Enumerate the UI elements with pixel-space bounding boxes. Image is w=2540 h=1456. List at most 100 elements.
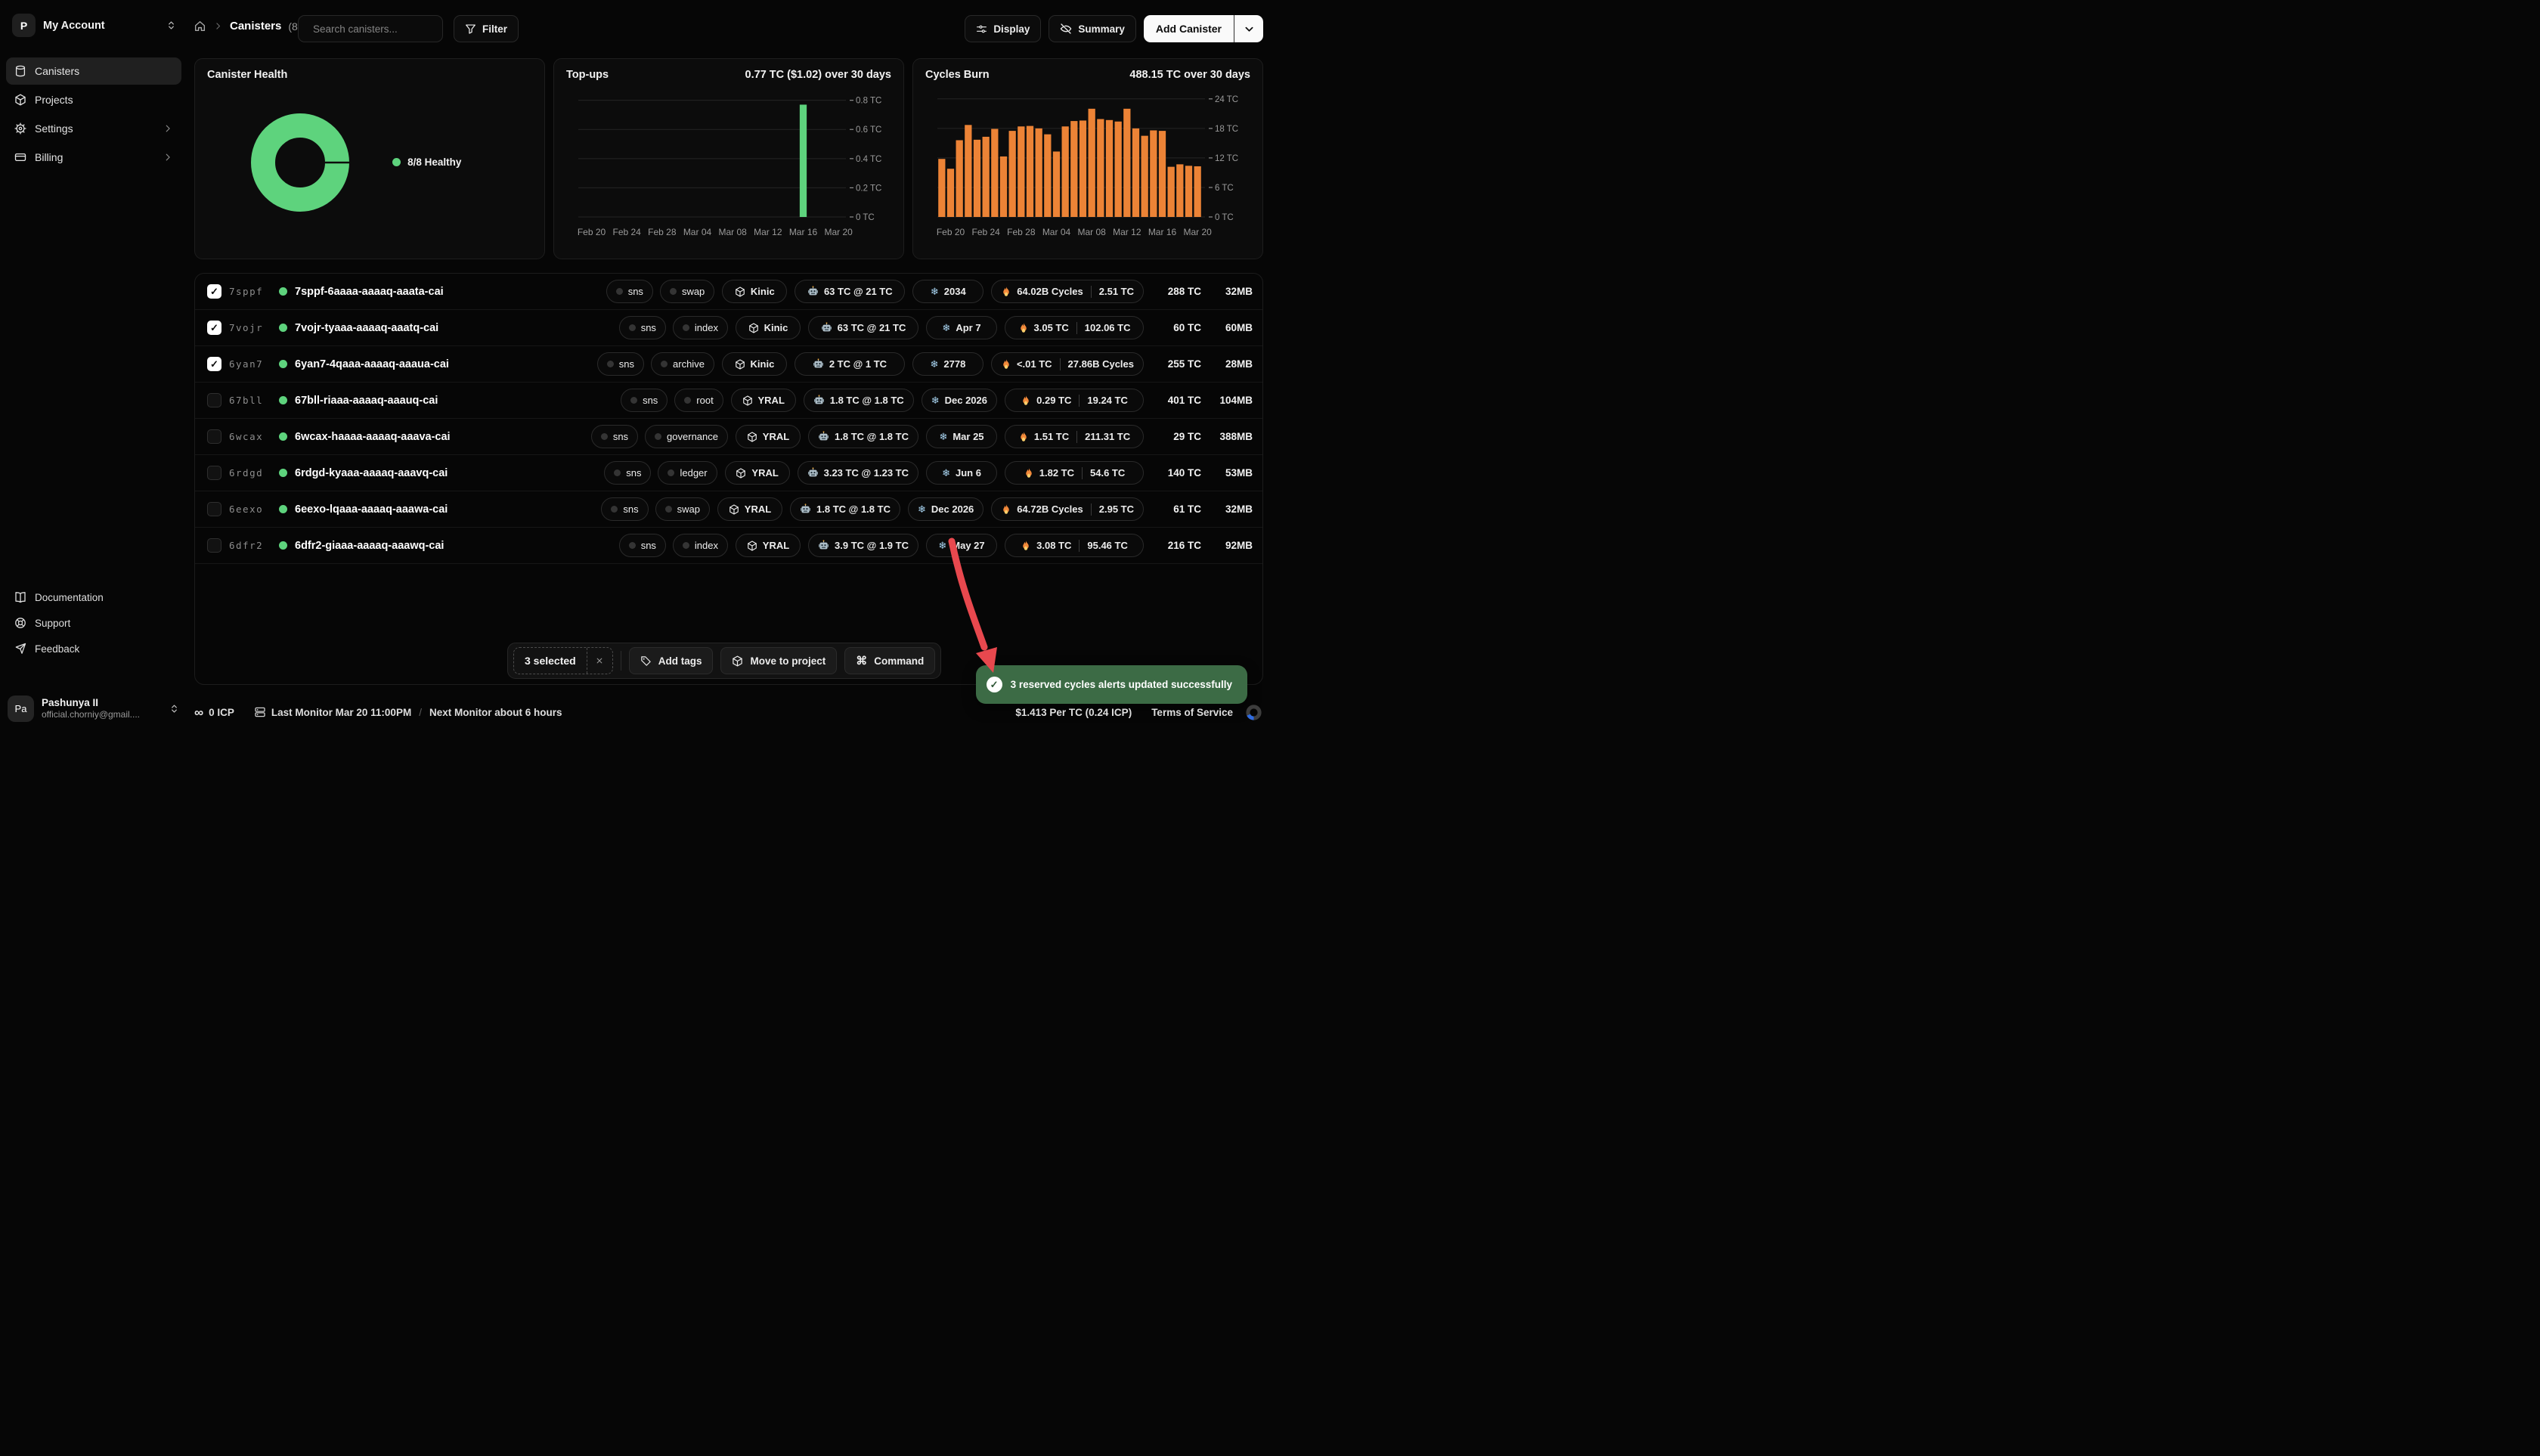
cycles-burn-pill[interactable]: 64.72B Cycles 2.95 TC (991, 497, 1144, 521)
tag-pill[interactable]: ledger (658, 461, 717, 485)
canister-id[interactable]: 7sppf-6aaaa-aaaaq-aaata-cai (295, 286, 444, 298)
tag-pill[interactable]: sns (621, 389, 668, 412)
canister-id[interactable]: 6rdgd-kyaaa-aaaaq-aaavq-cai (295, 467, 448, 479)
svg-text:12 TC: 12 TC (1215, 154, 1238, 163)
search-input[interactable] (313, 23, 447, 35)
row-checkbox[interactable]: ✓ (207, 538, 221, 553)
cycles-balance: 288 TC (1151, 286, 1201, 297)
freezing-threshold-pill[interactable]: ❄ 2034 (912, 280, 983, 303)
row-checkbox[interactable]: ✓ (207, 321, 221, 335)
tag-pill[interactable]: swap (660, 280, 714, 303)
tag-pill[interactable]: sns (619, 316, 666, 339)
account-switcher[interactable]: P My Account (12, 14, 177, 37)
pill-divider (1076, 431, 1077, 443)
sidebar-link-documentation[interactable]: Documentation (6, 586, 181, 609)
row-checkbox[interactable]: ✓ (207, 502, 221, 516)
snowflake-icon: ❄ (931, 395, 940, 405)
freezing-threshold-pill[interactable]: ❄ May 27 (926, 534, 997, 557)
sidebar-item-billing[interactable]: Billing (6, 144, 181, 171)
cycles-burn-pill[interactable]: <.01 TC 27.86B Cycles (991, 352, 1144, 376)
compute-allocation-pill[interactable]: 1.8 TC @ 1.8 TC (804, 389, 914, 412)
terms-link[interactable]: Terms of Service (1151, 707, 1233, 718)
sidebar-item-projects[interactable]: Projects (6, 86, 181, 113)
sidebar-item-settings[interactable]: Settings (6, 115, 181, 142)
sidebar-item-canisters[interactable]: Canisters (6, 57, 181, 85)
tag-pill[interactable]: swap (655, 497, 710, 521)
tag-pill[interactable]: sns (619, 534, 666, 557)
freezing-threshold-pill[interactable]: ❄ Mar 25 (926, 425, 997, 448)
command-button[interactable]: ⌘ Command (844, 647, 935, 674)
snowflake-icon: ❄ (942, 468, 950, 478)
project-pill[interactable]: YRAL (717, 497, 782, 521)
canister-short-id: 6wcax (229, 431, 271, 442)
freezing-threshold-pill[interactable]: ❄ Apr 7 (926, 316, 997, 339)
canister-id[interactable]: 6yan7-4qaaa-aaaaq-aaaua-cai (295, 358, 449, 370)
tag-pill[interactable]: sns (604, 461, 651, 485)
home-icon[interactable] (194, 20, 206, 33)
project-pill[interactable]: Kinic (722, 352, 787, 376)
tag-pill[interactable]: sns (591, 425, 638, 448)
project-pill[interactable]: Kinic (722, 280, 787, 303)
freezing-threshold-pill[interactable]: ❄ Dec 2026 (922, 389, 997, 412)
move-to-project-button[interactable]: Move to project (720, 647, 837, 674)
sidebar-link-feedback[interactable]: Feedback (6, 637, 181, 660)
cycles-burn-pill[interactable]: 0.29 TC 19.24 TC (1005, 389, 1144, 412)
svg-text:0.4 TC: 0.4 TC (856, 155, 881, 164)
add-tags-button[interactable]: Add tags (629, 647, 714, 674)
row-checkbox[interactable]: ✓ (207, 429, 221, 444)
canister-id[interactable]: 6wcax-haaaa-aaaaq-aaava-cai (295, 431, 451, 443)
display-button[interactable]: Display (965, 15, 1041, 42)
cycles-burn-pill[interactable]: 3.05 TC 102.06 TC (1005, 316, 1144, 339)
project-pill[interactable]: YRAL (736, 534, 801, 557)
table-row: ✓ 7sppf 7sppf-6aaaa-aaaaq-aaata-cai snss… (195, 274, 1262, 310)
freezing-threshold-pill[interactable]: ❄ Jun 6 (926, 461, 997, 485)
cycles-burn-pill[interactable]: 3.08 TC 95.46 TC (1005, 534, 1144, 557)
move-to-project-label: Move to project (750, 655, 826, 667)
profile-switcher[interactable]: Pa Pashunya II official.chorniy@gmail...… (8, 695, 180, 722)
compute-allocation-pill[interactable]: 3.23 TC @ 1.23 TC (798, 461, 918, 485)
row-checkbox[interactable]: ✓ (207, 357, 221, 371)
tag-pill[interactable]: sns (606, 280, 653, 303)
tag-pill[interactable]: index (673, 534, 728, 557)
canister-id[interactable]: 7vojr-tyaaa-aaaaq-aaatq-cai (295, 322, 438, 334)
tag-pill[interactable]: governance (645, 425, 728, 448)
tag-pill[interactable]: sns (597, 352, 644, 376)
row-checkbox[interactable]: ✓ (207, 393, 221, 407)
compute-allocation-pill[interactable]: 3.9 TC @ 1.9 TC (808, 534, 918, 557)
project-pill[interactable]: Kinic (736, 316, 801, 339)
freezing-threshold-pill[interactable]: ❄ Dec 2026 (908, 497, 983, 521)
tag-dot (601, 433, 608, 440)
tag-pill[interactable]: index (673, 316, 728, 339)
add-canister-button[interactable]: Add Canister (1144, 15, 1234, 42)
project-pill[interactable]: YRAL (736, 425, 801, 448)
robot-icon (813, 358, 824, 370)
clear-selection-button[interactable] (587, 648, 612, 674)
tag-pill[interactable]: archive (651, 352, 714, 376)
tag-pill[interactable]: sns (601, 497, 648, 521)
cycles-burn-pill[interactable]: 1.51 TC 211.31 TC (1005, 425, 1144, 448)
filter-button[interactable]: Filter (454, 15, 519, 42)
project-pill[interactable]: YRAL (725, 461, 790, 485)
canister-id[interactable]: 6dfr2-giaaa-aaaaq-aaawq-cai (295, 540, 444, 552)
compute-allocation-pill[interactable]: 1.8 TC @ 1.8 TC (790, 497, 900, 521)
compute-allocation-pill[interactable]: 1.8 TC @ 1.8 TC (808, 425, 918, 448)
cycles-burn-pill[interactable]: 1.82 TC 54.6 TC (1005, 461, 1144, 485)
freezing-threshold-pill[interactable]: ❄ 2778 (912, 352, 983, 376)
add-canister-menu-button[interactable] (1234, 15, 1263, 42)
compute-allocation-pill[interactable]: 63 TC @ 21 TC (808, 316, 918, 339)
project-pill[interactable]: YRAL (731, 389, 796, 412)
row-checkbox[interactable]: ✓ (207, 284, 221, 299)
canister-id[interactable]: 67bll-riaaa-aaaaq-aaauq-cai (295, 395, 438, 407)
row-checkbox[interactable]: ✓ (207, 466, 221, 480)
sidebar-link-support[interactable]: Support (6, 612, 181, 634)
robot-icon (807, 467, 819, 479)
tag-pill[interactable]: root (674, 389, 723, 412)
canister-id[interactable]: 6eexo-lqaaa-aaaaq-aaawa-cai (295, 503, 448, 516)
summary-button[interactable]: Summary (1049, 15, 1136, 42)
cycles-burn-pill[interactable]: 64.02B Cycles 2.51 TC (991, 280, 1144, 303)
breadcrumb-section[interactable]: Canisters (230, 20, 281, 33)
compute-allocation-pill[interactable]: 2 TC @ 1 TC (795, 352, 905, 376)
compute-allocation-pill[interactable]: 63 TC @ 21 TC (795, 280, 905, 303)
command-icon: ⌘ (856, 655, 867, 667)
memory-size: 60MB (1209, 322, 1253, 333)
